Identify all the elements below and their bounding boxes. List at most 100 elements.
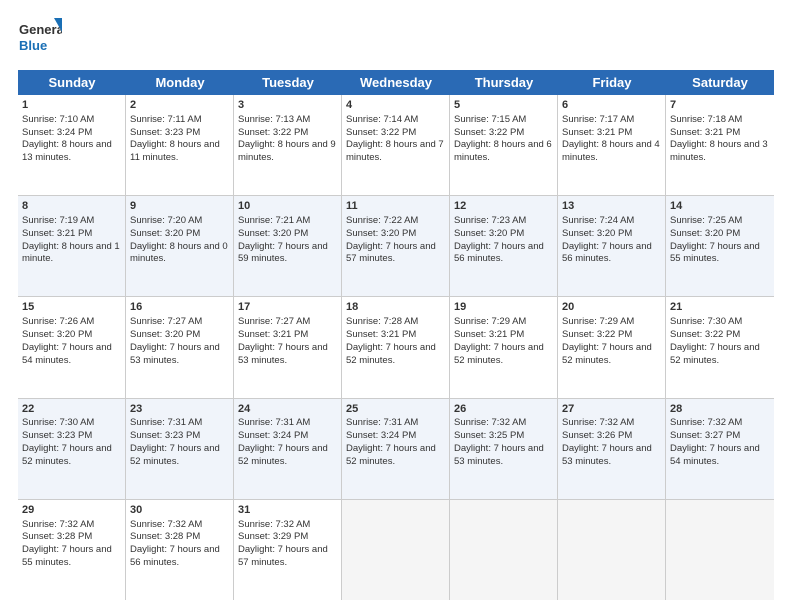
day-number: 2 [130,98,229,113]
day-cell-26: 26Sunrise: 7:32 AMSunset: 3:25 PMDayligh… [450,399,558,499]
day-number: 12 [454,199,553,214]
daylight-text: Daylight: 8 hours and 4 minutes. [562,139,660,163]
week-row-4: 22Sunrise: 7:30 AM Sunset: 3:23 PM Dayligh… [18,399,774,500]
daylight-text: Daylight: 7 hours and 56 minutes. [562,241,652,265]
day-cell-24: 24Sunrise: 7:31 AMSunset: 3:24 PMDayligh… [234,399,342,499]
sunset-text: Sunset: 3:21 PM [562,127,632,138]
day-cell-30: 30Sunrise: 7:32 AMSunset: 3:28 PMDayligh… [126,500,234,600]
svg-text:Blue: Blue [19,38,47,53]
day-cell-18: 18Sunrise: 7:28 AMSunset: 3:21 PMDayligh… [342,297,450,397]
day-header-wednesday: Wednesday [342,70,450,95]
daylight-text: Daylight: 7 hours and 52 minutes. [130,443,220,467]
day-number: 29 [22,503,121,518]
daylight-text: Daylight: 7 hours and 53 minutes. [130,342,220,366]
day-number: 27 [562,402,661,417]
sunset-text: Sunset: 3:20 PM [670,228,740,239]
sunrise-text: Sunrise: 7:32 AM [22,519,94,530]
sunset-text: Sunset: 3:21 PM [22,228,92,239]
week-row-2: 8Sunrise: 7:19 AMSunset: 3:21 PMDaylight… [18,196,774,297]
sunset-text: Sunset: 3:21 PM [346,329,416,340]
day-cell-5: 5Sunrise: 7:15 AMSunset: 3:22 PMDaylight… [450,95,558,195]
daylight-text: Daylight: 7 hours and 55 minutes. [22,544,112,568]
day-header-friday: Friday [558,70,666,95]
day-number: 1 [22,98,121,113]
daylight-text: Daylight: 8 hours and 9 minutes. [238,139,336,163]
day-cell-28: 28Sunrise: 7:32 AMSunset: 3:27 PMDayligh… [666,399,774,499]
day-cell-23: 23Sunrise: 7:31 AMSunset: 3:23 PMDayligh… [126,399,234,499]
day-number: 24 [238,402,337,417]
day-number: 13 [562,199,661,214]
empty-cell [558,500,666,600]
sunrise-text: Sunrise: 7:25 AM [670,215,742,226]
day-number: 17 [238,300,337,315]
day-cell-2: 2Sunrise: 7:11 AMSunset: 3:23 PMDaylight… [126,95,234,195]
day-cell-15: 15Sunrise: 7:26 AMSunset: 3:20 PMDayligh… [18,297,126,397]
week-row-1: 1Sunrise: 7:10 AMSunset: 3:24 PMDaylight… [18,95,774,196]
sunset-text: Sunset: 3:24 PM [22,127,92,138]
sunrise-text: Sunrise: 7:13 AM [238,114,310,125]
day-header-sunday: Sunday [18,70,126,95]
daylight-text: Daylight: 8 hours and 3 minutes. [670,139,768,163]
empty-cell [666,500,774,600]
sunrise-text: Sunrise: 7:32 AM [130,519,202,530]
sunset-text: Sunset: 3:20 PM [130,228,200,239]
sunrise-text: Sunrise: 7:31 AM [346,417,418,428]
day-header-saturday: Saturday [666,70,774,95]
daylight-text: Daylight: 7 hours and 56 minutes. [130,544,220,568]
daylight-text: Daylight: 7 hours and 52 minutes. [346,342,436,366]
daylight-text: Daylight: 7 hours and 53 minutes. [562,443,652,467]
day-number: 11 [346,199,445,214]
day-cell-8: 8Sunrise: 7:19 AMSunset: 3:21 PMDaylight… [18,196,126,296]
svg-text:General: General [19,22,62,37]
day-number: 22 [22,402,121,417]
sunset-text: Sunset: 3:20 PM [130,329,200,340]
day-number: 4 [346,98,445,113]
day-cell-10: 10Sunrise: 7:21 AMSunset: 3:20 PMDayligh… [234,196,342,296]
week-row-3: 15Sunrise: 7:26 AMSunset: 3:20 PMDayligh… [18,297,774,398]
daylight-text: Daylight: 8 hours and 1 minute. [22,241,120,265]
sunset-text: Sunset: 3:21 PM [670,127,740,138]
day-number: 5 [454,98,553,113]
daylight-text: Daylight: 7 hours and 52 minutes. [22,443,112,467]
day-number: 10 [238,199,337,214]
daylight-text: Daylight: 7 hours and 57 minutes. [346,241,436,265]
day-cell-13: 13Sunrise: 7:24 AMSunset: 3:20 PMDayligh… [558,196,666,296]
day-number: 8 [22,199,121,214]
sunset-text: Sunset: 3:20 PM [238,228,308,239]
daylight-text: Daylight: 8 hours and 13 minutes. [22,139,112,163]
sunrise-text: Sunrise: 7:32 AM [238,519,310,530]
sunrise-text: Sunrise: 7:22 AM [346,215,418,226]
sunrise-text: Sunrise: 7:27 AM [130,316,202,327]
sunrise-text: Sunrise: 7:29 AM [454,316,526,327]
logo-svg: General Blue [18,16,62,60]
day-number: 3 [238,98,337,113]
sunrise-text: Sunrise: 7:18 AM [670,114,742,125]
sunrise-text: Sunrise: 7:30 AM [22,417,94,428]
sunset-text: Sunset: 3:20 PM [562,228,632,239]
day-number: 26 [454,402,553,417]
daylight-text: Daylight: 7 hours and 52 minutes. [346,443,436,467]
day-cell-7: 7Sunrise: 7:18 AM Sunset: 3:21 PMDaylight… [666,95,774,195]
day-cell-11: 11Sunrise: 7:22 AM Sunset: 3:20 PM Dayligh… [342,196,450,296]
day-number: 7 [670,98,770,113]
sunrise-text: Sunrise: 7:14 AM [346,114,418,125]
day-number: 14 [670,199,770,214]
sunset-text: Sunset: 3:20 PM [346,228,416,239]
sunset-text: Sunset: 3:23 PM [130,430,200,441]
day-cell-12: 12Sunrise: 7:23 AMSunset: 3:20 PMDayligh… [450,196,558,296]
sunset-text: Sunset: 3:21 PM [238,329,308,340]
sunrise-text: Sunrise: 7:30 AM [670,316,742,327]
empty-cell [342,500,450,600]
daylight-text: Daylight: 8 hours and 0 minutes. [130,241,228,265]
sunrise-text: Sunrise: 7:23 AM [454,215,526,226]
daylight-text: Daylight: 8 hours and 6 minutes. [454,139,552,163]
calendar-page: General Blue SundayMondayTuesdayWednesda… [0,0,792,612]
daylight-text: Daylight: 8 hours and 11 minutes. [130,139,220,163]
day-number: 20 [562,300,661,315]
daylight-text: Daylight: 7 hours and 54 minutes. [670,443,760,467]
sunset-text: Sunset: 3:27 PM [670,430,740,441]
sunrise-text: Sunrise: 7:32 AM [454,417,526,428]
sunset-text: Sunset: 3:29 PM [238,531,308,542]
sunrise-text: Sunrise: 7:29 AM [562,316,634,327]
sunrise-text: Sunrise: 7:31 AM [130,417,202,428]
